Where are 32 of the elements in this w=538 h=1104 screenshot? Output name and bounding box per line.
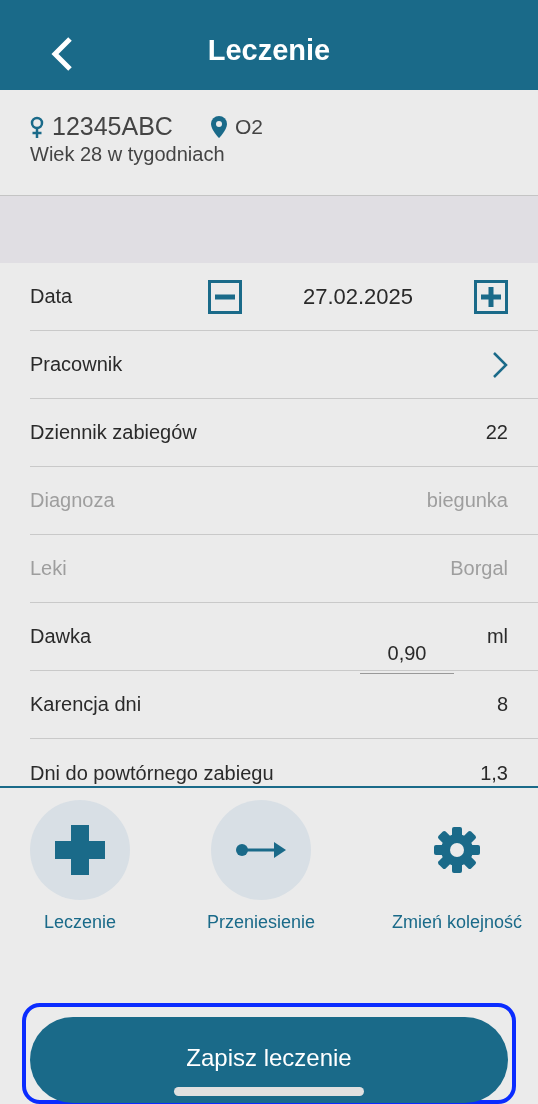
row-label: Dawka (30, 625, 93, 648)
row-value: Borgal (450, 557, 508, 580)
age-text: Wiek 28 w tygodniach (30, 143, 226, 166)
row-label: Data (30, 285, 74, 308)
location-pin-icon (210, 115, 227, 138)
row-label: Pracownik (30, 353, 124, 376)
plus-button[interactable] (474, 279, 508, 314)
save-button[interactable]: Zapisz leczenie (30, 1017, 508, 1103)
animal-id: 12345ABC (52, 112, 173, 141)
row-label: Leki (30, 557, 68, 580)
gear-icon (433, 827, 480, 873)
row-value: 8 (496, 693, 508, 716)
row-label: Karencja dni (30, 693, 143, 716)
female-icon (30, 115, 44, 138)
dose-field[interactable]: 0,90 (360, 627, 454, 674)
date-value: 27.02.2025 (301, 283, 415, 310)
arrow-icon (235, 840, 286, 860)
row-value: 22 (485, 421, 508, 444)
row-value: 1,3 (480, 761, 508, 785)
action-button[interactable]: Przeniesienie (206, 800, 315, 988)
action-button[interactable]: Zmień kolejność (391, 800, 522, 988)
unit-label: ml (485, 625, 508, 648)
header-title: Leczenie (207, 33, 331, 67)
minus-button[interactable] (208, 279, 242, 314)
plus-icon (55, 825, 105, 875)
chevron-right-icon[interactable] (492, 350, 508, 379)
back-icon[interactable] (50, 36, 74, 72)
location-text: O2 (234, 114, 263, 139)
row-label: Dziennik zabiegów (30, 421, 198, 444)
row-label: Dni do powtórnego zabiegu (30, 761, 275, 785)
row-label: Diagnoza (30, 489, 116, 512)
row-value: biegunka (426, 489, 508, 512)
